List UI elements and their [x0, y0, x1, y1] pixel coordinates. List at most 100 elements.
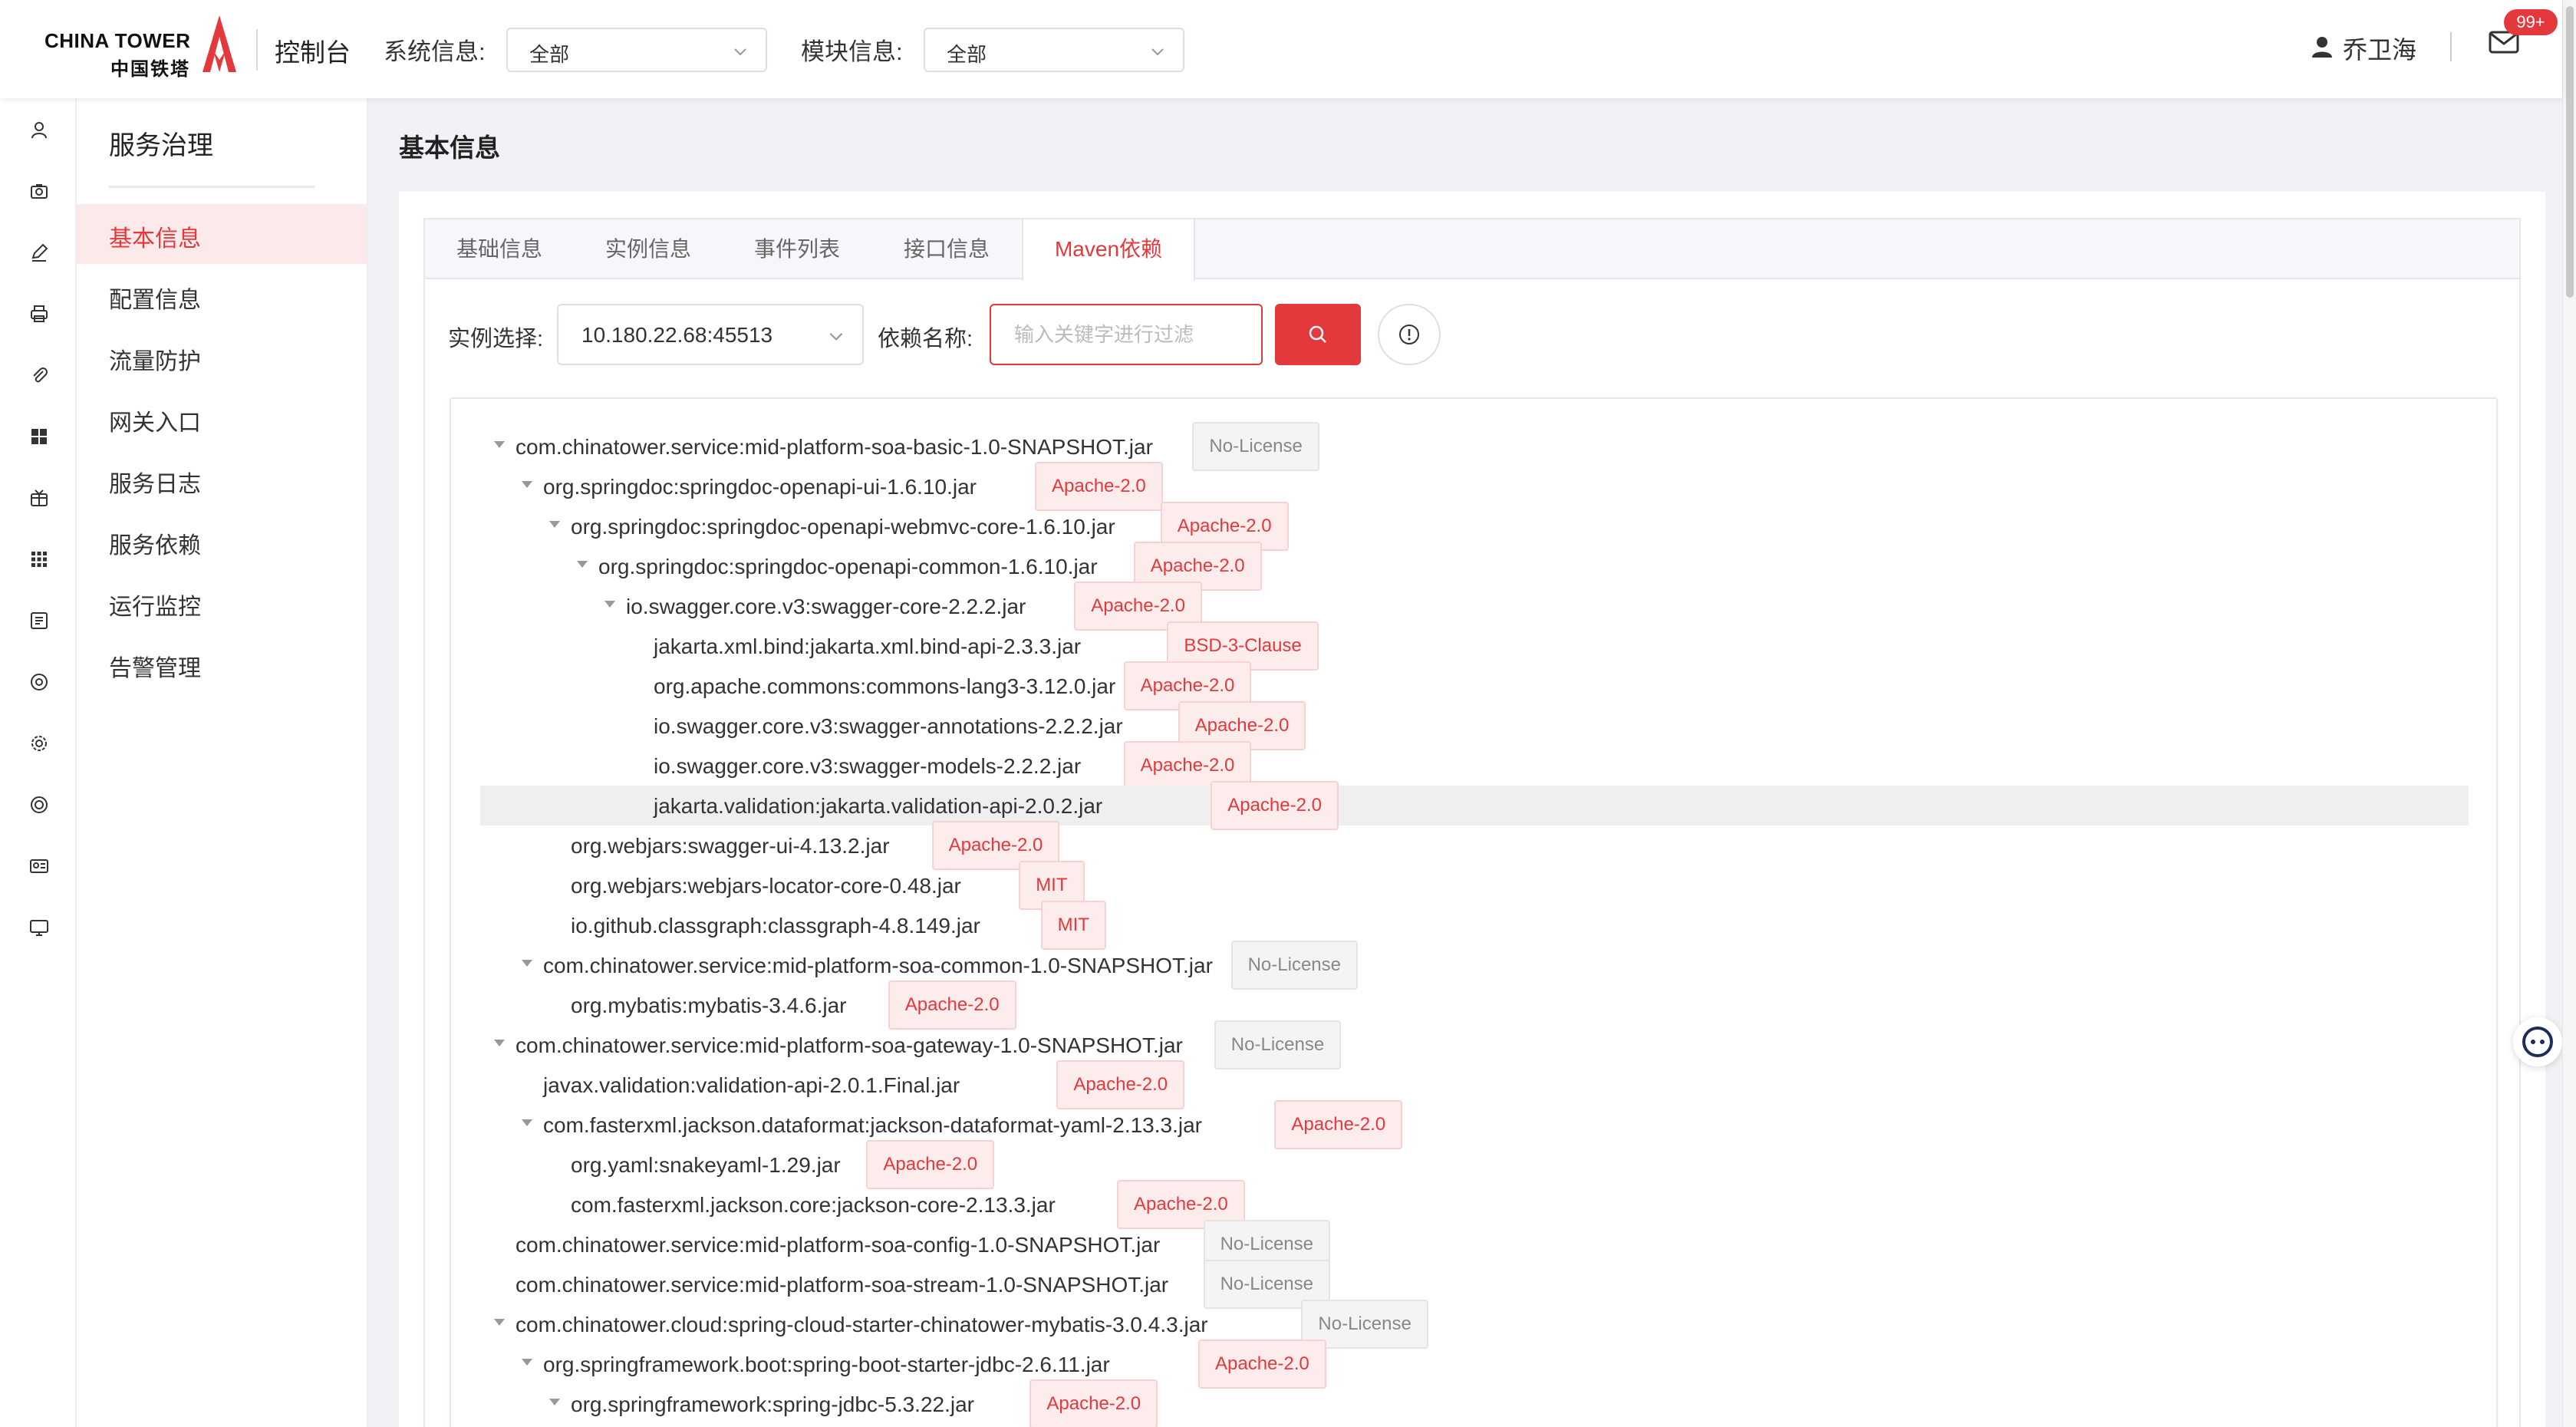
system-info-select[interactable]: 全部: [506, 28, 767, 72]
tab-interface-info[interactable]: 接口信息: [871, 219, 1022, 279]
tab-basic-info[interactable]: 基础信息: [425, 219, 574, 279]
expand-caret-icon[interactable]: [549, 521, 560, 528]
attachment-icon[interactable]: [29, 365, 49, 385]
tab-instance-info[interactable]: 实例信息: [574, 219, 723, 279]
expand-caret-icon[interactable]: [494, 441, 505, 448]
tree-node[interactable]: com.chinatower.service:mid-platform-soa-…: [451, 1020, 2496, 1069]
expand-caret-icon[interactable]: [522, 1359, 532, 1366]
user-name: 乔卫海: [2343, 36, 2417, 64]
tree-node[interactable]: com.chinatower.service:mid-platform-soa-…: [451, 422, 2496, 471]
tree-node-label: org.springdoc:springdoc-openapi-common-1…: [598, 555, 1098, 578]
tree-node[interactable]: org.springframework.boot:spring-boot-sta…: [451, 1340, 2496, 1389]
dashboard-grid-icon[interactable]: [29, 427, 49, 447]
robot-icon: [2522, 1027, 2553, 1057]
console-title: 控制台: [275, 38, 351, 67]
apps-grid-icon[interactable]: [29, 549, 49, 569]
expand-caret-icon[interactable]: [577, 561, 588, 568]
expand-caret-icon[interactable]: [604, 601, 615, 608]
license-tag: Apache-2.0: [1211, 781, 1339, 830]
expand-caret-icon[interactable]: [549, 1399, 560, 1406]
tree-node[interactable]: org.webjars:swagger-ui-4.13.2.jar Apache-…: [451, 821, 2496, 870]
tree-node[interactable]: org.apache.commons:commons-lang3-3.12.0.…: [451, 661, 2496, 710]
license-tag: MIT: [1040, 901, 1106, 950]
logo-text-en: CHINA TOWER: [44, 29, 191, 52]
tab-event-list[interactable]: 事件列表: [723, 219, 871, 279]
tree-node[interactable]: org.springdoc:springdoc-openapi-ui-1.6.1…: [451, 462, 2496, 511]
edit-icon[interactable]: [29, 242, 49, 262]
sidebar-item-alert-management[interactable]: 告警管理: [77, 634, 367, 694]
tab-maven-deps[interactable]: Maven依赖: [1022, 219, 1195, 281]
tree-node-label: jakarta.xml.bind:jakarta.xml.bind-api-2.…: [654, 634, 1082, 658]
tree-node[interactable]: jakarta.xml.bind:jakarta.xml.bind-api-2.…: [451, 621, 2496, 671]
tree-node-label: org.springframework:spring-jdbc-5.3.22.j…: [571, 1392, 974, 1416]
tree-node[interactable]: org.springframework:spring-jdbc-5.3.22.j…: [451, 1379, 2496, 1427]
tree-node[interactable]: com.fasterxml.jackson.dataformat:jackson…: [451, 1100, 2496, 1149]
info-button[interactable]: [1378, 304, 1441, 365]
tree-node-label: com.chinatower.service:mid-platform-soa-…: [516, 1273, 1169, 1297]
sidebar-item-label: 服务依赖: [109, 533, 201, 559]
tree-node[interactable]: io.swagger.core.v3:swagger-models-2.2.2.…: [451, 741, 2496, 790]
china-tower-logo[interactable]: CHINA TOWER 中国铁塔: [44, 15, 245, 80]
page-title: 基本信息: [399, 133, 500, 162]
license-tag: Apache-2.0: [1198, 1340, 1326, 1389]
id-card-icon[interactable]: [29, 856, 49, 876]
tree-node[interactable]: org.webjars:webjars-locator-core-0.48.ja…: [451, 861, 2496, 910]
tree-node-label: com.chinatower.service:mid-platform-soa-…: [516, 435, 1153, 459]
tree-node[interactable]: org.mybatis:mybatis-3.4.6.jar Apache-2.0: [451, 980, 2496, 1030]
tree-node[interactable]: org.springdoc:springdoc-openapi-webmvc-c…: [451, 502, 2496, 551]
tree-node-label: com.chinatower.cloud:spring-cloud-starte…: [516, 1313, 1208, 1336]
report-icon[interactable]: [29, 611, 49, 631]
sidebar-title: 服务治理: [109, 131, 213, 160]
scrollbar-thumb[interactable]: [2566, 6, 2574, 298]
chevron-down-icon: [829, 332, 843, 341]
expand-caret-icon[interactable]: [522, 1119, 532, 1126]
tree-node-label: com.chinatower.service:mid-platform-soa-…: [516, 1033, 1183, 1057]
instance-select[interactable]: 10.180.22.68:45513: [557, 304, 864, 365]
tree-node-label: io.swagger.core.v3:swagger-models-2.2.2.…: [654, 754, 1082, 778]
monitor-icon[interactable]: [29, 918, 49, 938]
sidebar-item-traffic-protection[interactable]: 流量防护: [77, 327, 367, 387]
expand-caret-icon[interactable]: [522, 960, 532, 967]
dependency-filter-input[interactable]: [990, 304, 1263, 365]
tree-node[interactable]: com.chinatower.service:mid-platform-soa-…: [451, 1220, 2496, 1269]
instance-select-value: 10.180.22.68:45513: [581, 323, 773, 347]
tree-node[interactable]: com.fasterxml.jackson.core:jackson-core-…: [451, 1180, 2496, 1229]
sidebar-item-runtime-monitor[interactable]: 运行监控: [77, 572, 367, 632]
expand-caret-icon[interactable]: [494, 1040, 505, 1046]
tree-node[interactable]: com.chinatower.cloud:spring-cloud-starte…: [451, 1300, 2496, 1349]
sidebar-item-service-logs[interactable]: 服务日志: [77, 450, 367, 509]
search-button[interactable]: [1275, 304, 1361, 365]
chevron-down-icon: [734, 48, 746, 56]
module-info-select[interactable]: 全部: [924, 28, 1184, 72]
assistant-bot-button[interactable]: [2513, 1017, 2562, 1066]
tree-node[interactable]: com.chinatower.service:mid-platform-soa-…: [451, 941, 2496, 990]
logo-divider: [256, 29, 258, 71]
tree-node[interactable]: jakarta.validation:jakarta.validation-ap…: [480, 781, 2469, 830]
sidebar-item-config-info[interactable]: 配置信息: [77, 265, 367, 325]
sidebar-item-gateway-entry[interactable]: 网关入口: [77, 388, 367, 448]
tree-node[interactable]: org.springdoc:springdoc-openapi-common-1…: [451, 542, 2496, 591]
tree-node-label: org.springdoc:springdoc-openapi-webmvc-c…: [571, 515, 1115, 539]
support-icon[interactable]: [29, 672, 49, 692]
tree-node[interactable]: javax.validation:validation-api-2.0.1.Fi…: [451, 1060, 2496, 1109]
expand-caret-icon[interactable]: [522, 481, 532, 488]
license-tag: Apache-2.0: [866, 1140, 995, 1189]
tree-node[interactable]: org.yaml:snakeyaml-1.29.jar Apache-2.0: [451, 1140, 2496, 1189]
tree-node[interactable]: io.swagger.core.v3:swagger-annotations-2…: [451, 701, 2496, 750]
camera-icon[interactable]: [29, 181, 49, 201]
user-nav-icon[interactable]: [29, 120, 49, 140]
settings-icon[interactable]: [29, 733, 49, 753]
expand-caret-icon[interactable]: [494, 1319, 505, 1326]
sidebar-item-basic-info[interactable]: 基本信息: [77, 204, 367, 264]
page-scrollbar[interactable]: [2562, 0, 2576, 1427]
tree-node[interactable]: com.chinatower.service:mid-platform-soa-…: [451, 1260, 2496, 1309]
tree-node[interactable]: io.github.classgraph:classgraph-4.8.149.…: [451, 901, 2496, 950]
sidebar-item-service-deps[interactable]: 服务依赖: [77, 511, 367, 571]
printer-icon[interactable]: [29, 304, 49, 324]
tree-node-label: org.springdoc:springdoc-openapi-ui-1.6.1…: [543, 475, 977, 499]
target-icon[interactable]: [29, 795, 49, 815]
tree-node[interactable]: io.swagger.core.v3:swagger-core-2.2.2.ja…: [451, 582, 2496, 631]
user-icon: [2312, 37, 2332, 58]
package-icon[interactable]: [29, 488, 49, 508]
logo-text-cn: 中国铁塔: [110, 59, 190, 80]
